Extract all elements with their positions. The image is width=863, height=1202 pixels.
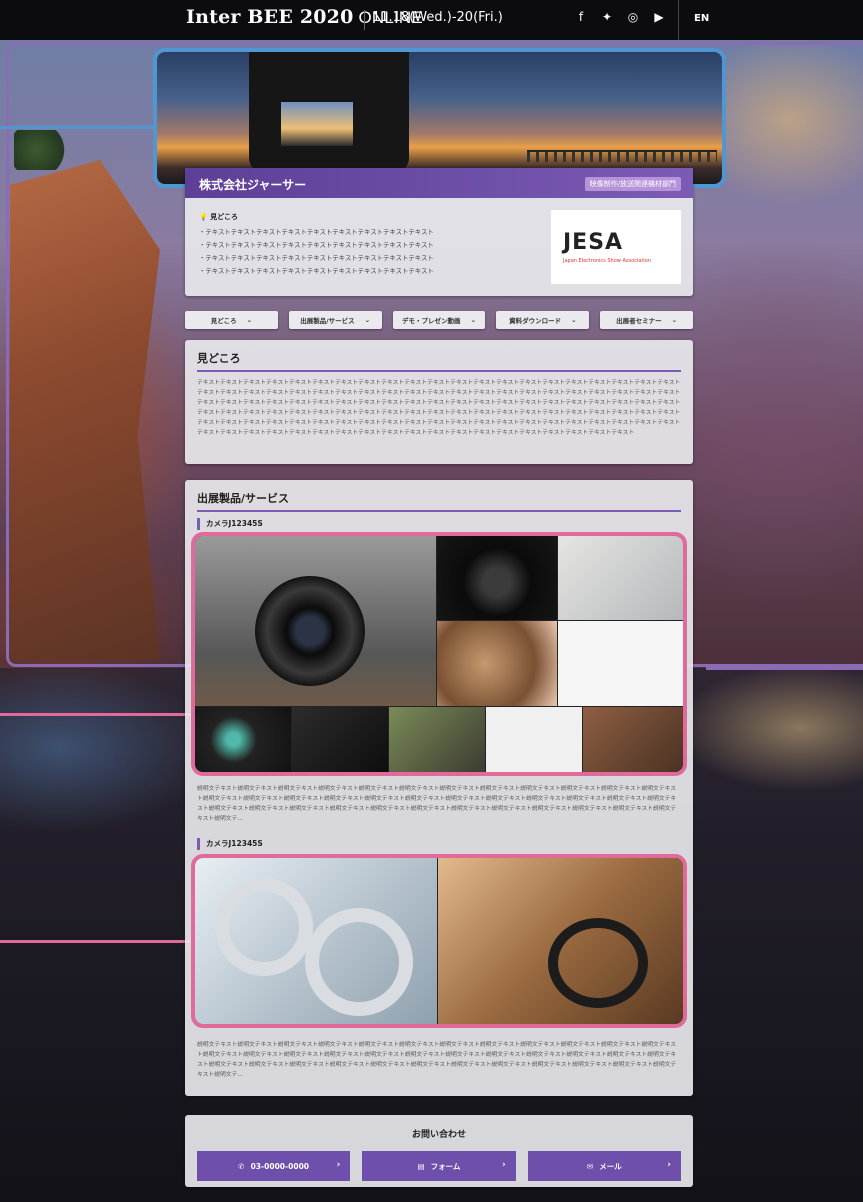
gallery-image[interactable] xyxy=(195,707,291,772)
product-description: 説明文テキスト説明文テキスト説明文テキスト説明文テキスト説明文テキスト説明文テキ… xyxy=(197,1042,677,1078)
event-dates: 11.18(Wed.)-20(Fri.) xyxy=(372,10,503,25)
company-name: 株式会社ジャーサー xyxy=(199,178,307,192)
mail-button[interactable]: ✉ メール › xyxy=(527,1151,681,1181)
annotation-callout-pink-1 xyxy=(0,713,193,716)
section-title: 出展製品/サービス xyxy=(197,492,290,505)
company-header: 株式会社ジャーサー 映像制作/放送関連機材部門 xyxy=(185,168,693,198)
hero-camera-screen xyxy=(281,102,353,146)
language-toggle[interactable]: EN xyxy=(694,13,709,24)
category-badge: 映像制作/放送関連機材部門 xyxy=(584,177,681,191)
gallery-image[interactable] xyxy=(558,536,683,620)
chevron-down-icon: ⌄ xyxy=(364,316,371,324)
chevron-down-icon: ⌄ xyxy=(470,316,476,324)
camera-lens-icon xyxy=(255,576,365,686)
instagram-icon[interactable]: ◎ xyxy=(626,10,640,24)
company-card: 株式会社ジャーサー 映像制作/放送関連機材部門 💡 見どころ ・テキストテキスト… xyxy=(185,168,693,296)
annotation-callout-blue xyxy=(0,126,155,129)
clipboard-icon: ▤ xyxy=(417,1161,425,1171)
mail-icon: ✉ xyxy=(586,1161,594,1171)
product-name: カメラJ12345S xyxy=(197,518,681,530)
product-name: カメラJ12345S xyxy=(197,838,681,850)
annotation-line-purple xyxy=(706,667,863,670)
chevron-down-icon: ⌄ xyxy=(246,316,253,324)
hero-banner xyxy=(153,48,726,188)
chevron-down-icon: ⌄ xyxy=(571,316,577,324)
section-divider xyxy=(197,510,681,512)
gallery-image[interactable] xyxy=(195,858,437,1024)
chevron-right-icon: › xyxy=(336,1160,341,1170)
list-item: ・テキストテキストテキストテキストテキストテキストテキストテキストテキスト xyxy=(199,241,434,249)
annotation-callout-pink-2 xyxy=(0,940,193,943)
product-gallery-cameras xyxy=(191,532,687,776)
list-item: ・テキストテキストテキストテキストテキストテキストテキストテキストテキスト xyxy=(199,254,434,262)
highlight-label: 💡 見どころ xyxy=(199,213,238,221)
section-title: 見どころ xyxy=(197,352,241,365)
hero-camera xyxy=(249,52,409,172)
chevron-down-icon: ⌄ xyxy=(671,316,678,324)
tab-products[interactable]: 出展製品/サービス ⌄ xyxy=(288,311,382,329)
headphone-shape xyxy=(548,918,648,1008)
tab-midokoro[interactable]: 見どころ ⌄ xyxy=(185,311,278,329)
list-item: ・テキストテキストテキストテキストテキストテキストテキストテキストテキスト xyxy=(199,228,434,236)
midokoro-text: テキストテキストテキストテキストテキストテキストテキストテキストテキストテキスト… xyxy=(197,380,681,436)
headphone-shape xyxy=(215,878,313,976)
highlight-list: ・テキストテキストテキストテキストテキストテキストテキストテキストテキスト ・テ… xyxy=(199,226,434,278)
chevron-right-icon: › xyxy=(501,1160,506,1170)
form-button[interactable]: ▤ フォーム › xyxy=(362,1151,516,1181)
gallery-image[interactable] xyxy=(486,707,582,772)
tab-demo-video[interactable]: デモ・プレゼン動画 ⌄ xyxy=(392,311,486,329)
youtube-icon[interactable]: ▶ xyxy=(652,10,666,24)
gallery-image[interactable] xyxy=(195,536,436,706)
chevron-right-icon: › xyxy=(667,1160,671,1170)
contact-title: お問い合わせ xyxy=(411,1130,466,1140)
gallery-image[interactable] xyxy=(389,707,485,772)
hero-bridge xyxy=(527,150,717,162)
contact-buttons: ✆ 03-0000-0000 › ▤ フォーム › ✉ メール › xyxy=(197,1151,681,1181)
gallery-image[interactable] xyxy=(558,621,683,706)
gallery-image[interactable] xyxy=(438,858,683,1024)
product-gallery-headphones xyxy=(191,854,687,1028)
facebook-icon[interactable]: f xyxy=(574,10,588,24)
gallery-image[interactable] xyxy=(292,707,388,772)
gallery-image[interactable] xyxy=(437,536,557,620)
section-tabs: 見どころ ⌄ 出展製品/サービス ⌄ デモ・プレゼン動画 ⌄ 資料ダウンロード ⌄ 出展… xyxy=(185,311,693,329)
phone-button[interactable]: ✆ 03-0000-0000 › xyxy=(197,1151,351,1181)
social-links: f ✦ ◎ ▶ xyxy=(574,10,666,24)
lightbulb-icon: 💡 xyxy=(199,213,208,221)
tab-seminar[interactable]: 出展者セミナー ⌄ xyxy=(600,311,693,329)
gallery-image[interactable] xyxy=(583,707,683,772)
gallery-image[interactable] xyxy=(437,621,557,706)
midokoro-section: 見どころ テキストテキストテキストテキストテキストテキストテキストテキストテキス… xyxy=(185,340,693,464)
title-separator xyxy=(364,10,365,30)
lang-separator xyxy=(678,0,679,40)
headphone-shape xyxy=(305,908,413,1016)
tab-downloads[interactable]: 資料ダウンロード ⌄ xyxy=(496,311,590,329)
top-bar: Inter BEE 2020 ONLINE 11.18(Wed.)-20(Fri… xyxy=(0,0,863,40)
list-item: ・テキストテキストテキストテキストテキストテキストテキストテキストテキスト xyxy=(199,267,434,275)
contact-section: お問い合わせ ✆ 03-0000-0000 › ▤ フォーム › ✉ メール › xyxy=(185,1115,693,1187)
products-section: 出展製品/サービス カメラJ12345S 説明文テキスト説明文テキスト説明文テキ… xyxy=(185,480,693,1096)
section-divider xyxy=(197,370,681,372)
company-logo: JESA Japan Electronics Show Association xyxy=(551,210,681,284)
twitter-icon[interactable]: ✦ xyxy=(600,10,614,24)
product-description: 説明文テキスト説明文テキスト説明文テキスト説明文テキスト説明文テキスト説明文テキ… xyxy=(197,786,677,822)
phone-icon: ✆ xyxy=(238,1161,245,1171)
